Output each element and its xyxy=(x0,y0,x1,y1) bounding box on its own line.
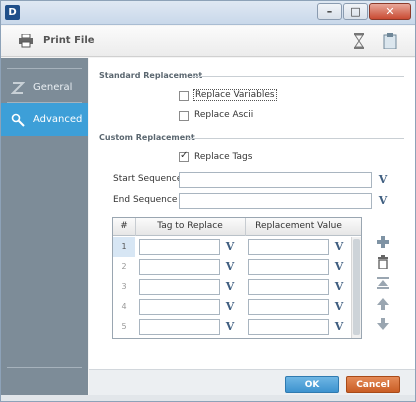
replace-tags-checkbox[interactable] xyxy=(179,150,189,162)
scrollbar-thumb[interactable] xyxy=(353,239,360,335)
sidebar-item-advanced[interactable]: Advanced xyxy=(1,103,88,136)
dialog-footer: OK Cancel xyxy=(89,369,415,395)
advanced-panel: Standard Replacement Replace Variables R… xyxy=(89,58,415,369)
replacement-input[interactable] xyxy=(248,259,329,275)
standard-replacement-heading: Standard Replacement xyxy=(99,71,203,80)
general-icon xyxy=(11,82,25,94)
move-top-icon[interactable] xyxy=(376,276,390,290)
sidebar-divider xyxy=(7,68,82,69)
close-icon: ✕ xyxy=(385,5,395,18)
column-header-tag[interactable]: Tag to Replace xyxy=(136,221,244,231)
end-sequence-input[interactable] xyxy=(179,193,372,209)
tag-replacement-table: # Tag to Replace Replacement Value 1 V V… xyxy=(112,217,362,339)
row-number: 3 xyxy=(121,282,127,291)
tag-variable-button[interactable]: V xyxy=(223,280,237,294)
end-sequence-label: End Sequence xyxy=(113,195,178,205)
tag-input[interactable] xyxy=(139,259,220,275)
print-file-dialog: D – □ ✕ Print File General Advanced Stan… xyxy=(0,0,416,402)
delete-icon[interactable] xyxy=(376,255,390,269)
replace-variables-checkbox[interactable] xyxy=(179,91,189,101)
ok-button[interactable]: OK xyxy=(285,376,339,393)
add-icon[interactable] xyxy=(376,235,390,249)
sidebar-item-label: Advanced xyxy=(33,114,83,125)
start-sequence-label: Start Sequence xyxy=(113,174,183,184)
tag-input[interactable] xyxy=(139,279,220,295)
maximize-button[interactable]: □ xyxy=(343,3,368,20)
clipboard-icon[interactable] xyxy=(383,33,397,49)
replacement-input[interactable] xyxy=(248,279,329,295)
replacement-input[interactable] xyxy=(248,299,329,315)
tag-variable-button[interactable]: V xyxy=(223,300,237,314)
sidebar: General Advanced xyxy=(1,58,88,395)
sidebar-item-general[interactable]: General xyxy=(1,71,88,105)
sidebar-divider xyxy=(7,367,82,368)
printer-icon xyxy=(19,34,33,48)
section-divider xyxy=(188,138,404,139)
replacement-variable-button[interactable]: V xyxy=(332,240,346,254)
start-sequence-variable-button[interactable]: V xyxy=(376,173,390,187)
hourglass-icon[interactable] xyxy=(352,33,366,49)
row-number: 2 xyxy=(121,262,127,271)
title-bar[interactable]: D – □ ✕ xyxy=(1,1,415,25)
maximize-icon: □ xyxy=(350,5,361,18)
replacement-variable-button[interactable]: V xyxy=(332,320,346,334)
table-row[interactable]: 5 V V xyxy=(113,317,351,337)
replacement-input[interactable] xyxy=(248,319,329,335)
replacement-variable-button[interactable]: V xyxy=(332,260,346,274)
replace-tags-label[interactable]: Replace Tags xyxy=(194,152,252,162)
table-row[interactable]: 3 V V xyxy=(113,277,351,297)
column-header-number[interactable]: # xyxy=(113,221,135,231)
table-row[interactable]: 1 V V xyxy=(113,237,351,257)
replacement-input[interactable] xyxy=(248,239,329,255)
tag-input[interactable] xyxy=(139,239,220,255)
app-logo-icon: D xyxy=(5,5,20,20)
replacement-variable-button[interactable]: V xyxy=(332,280,346,294)
table-scrollbar[interactable] xyxy=(351,237,361,338)
tag-variable-button[interactable]: V xyxy=(223,240,237,254)
table-row[interactable]: 2 V V xyxy=(113,257,351,277)
minimize-button[interactable]: – xyxy=(317,3,342,20)
table-header: # Tag to Replace Replacement Value xyxy=(113,218,361,236)
end-sequence-variable-button[interactable]: V xyxy=(376,194,390,208)
table-row[interactable]: 4 V V xyxy=(113,297,351,317)
tag-variable-button[interactable]: V xyxy=(223,320,237,334)
dialog-header: Print File xyxy=(1,26,415,57)
sidebar-item-label: General xyxy=(33,82,73,93)
replacement-variable-button[interactable]: V xyxy=(332,300,346,314)
tag-input[interactable] xyxy=(139,299,220,315)
row-number: 5 xyxy=(121,322,127,331)
column-header-replacement[interactable]: Replacement Value xyxy=(246,221,351,231)
start-sequence-input[interactable] xyxy=(179,172,372,188)
row-number: 4 xyxy=(121,302,127,311)
tag-input[interactable] xyxy=(139,319,220,335)
replace-variables-label[interactable]: Replace Variables xyxy=(193,89,277,101)
advanced-icon xyxy=(11,113,25,127)
section-divider xyxy=(192,76,404,77)
replace-ascii-checkbox[interactable] xyxy=(179,111,189,121)
bottom-border xyxy=(1,395,415,401)
tag-variable-button[interactable]: V xyxy=(223,260,237,274)
window-controls: – □ ✕ xyxy=(316,3,411,20)
row-number: 1 xyxy=(113,237,135,257)
minimize-icon: – xyxy=(326,5,333,18)
cancel-button[interactable]: Cancel xyxy=(346,376,400,393)
custom-replacement-heading: Custom Replacement xyxy=(99,133,195,142)
replace-ascii-label[interactable]: Replace Ascii xyxy=(194,110,253,120)
close-button[interactable]: ✕ xyxy=(369,3,411,20)
move-up-icon[interactable] xyxy=(376,297,390,311)
move-down-icon[interactable] xyxy=(376,317,390,331)
dialog-title: Print File xyxy=(43,35,95,46)
